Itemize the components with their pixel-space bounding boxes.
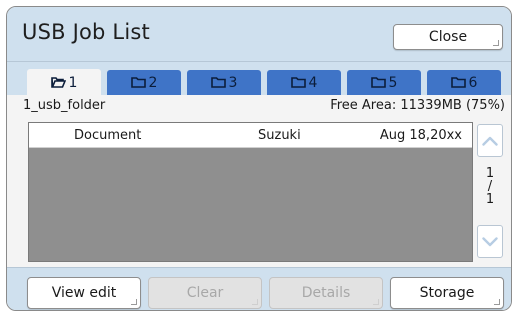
tab-label: 1 — [68, 74, 78, 91]
tab-label: 4 — [308, 74, 318, 91]
job-list: Document Suzuki Aug 18,20xx — [28, 122, 473, 262]
storage-button[interactable]: Storage — [390, 277, 504, 309]
folder-icon — [290, 77, 306, 88]
tab-folder-1[interactable]: 1 — [27, 69, 101, 96]
dialog-title: USB Job List — [22, 20, 150, 44]
table-row[interactable]: Document Suzuki Aug 18,20xx — [29, 123, 472, 148]
scroll-up-button[interactable] — [477, 124, 503, 157]
close-button[interactable]: Close — [393, 24, 503, 50]
page-total: 1 — [485, 192, 495, 207]
button-corner-icon — [493, 40, 499, 46]
scroll-down-button[interactable] — [477, 225, 503, 258]
clear-button[interactable]: Clear — [148, 277, 262, 309]
view-edit-button[interactable]: View edit — [27, 277, 141, 309]
page-indicator: 1 / 1 — [477, 167, 503, 206]
folder-icon — [130, 77, 146, 88]
action-bar: View edit Clear Details Storage — [7, 267, 511, 310]
tab-folder-6[interactable]: 6 — [427, 70, 501, 95]
close-button-label: Close — [428, 29, 468, 45]
usb-job-list-dialog: USB Job List Close 1 2 3 4 5 6 1_usb_fol… — [6, 6, 512, 311]
folder-name: 1_usb_folder — [23, 98, 106, 113]
details-button[interactable]: Details — [269, 277, 383, 309]
folder-icon — [370, 77, 386, 88]
tab-label: 3 — [228, 74, 238, 91]
folder-icon — [210, 77, 226, 88]
open-folder-icon — [50, 77, 66, 88]
tab-label: 6 — [468, 74, 478, 91]
free-area-status: Free Area: 11339MB (75%) — [330, 98, 505, 113]
details-label: Details — [301, 285, 351, 301]
chevron-down-icon — [482, 236, 498, 246]
button-corner-icon — [373, 299, 379, 305]
tab-folder-3[interactable]: 3 — [187, 70, 261, 95]
button-corner-icon — [494, 299, 500, 305]
tab-label: 2 — [148, 74, 158, 91]
job-owner: Suzuki — [258, 128, 301, 143]
folder-info-bar: 1_usb_folder Free Area: 11339MB (75%) — [7, 96, 511, 116]
clear-label: Clear — [186, 285, 224, 301]
title-bar: USB Job List Close — [7, 7, 511, 62]
tab-folder-2[interactable]: 2 — [107, 70, 181, 95]
tab-folder-5[interactable]: 5 — [347, 70, 421, 95]
button-corner-icon — [252, 299, 258, 305]
tab-label: 5 — [388, 74, 398, 91]
folder-tabs: 1 2 3 4 5 6 — [7, 62, 511, 96]
button-corner-icon — [131, 299, 137, 305]
storage-label: Storage — [419, 285, 475, 301]
tab-folder-4[interactable]: 4 — [267, 70, 341, 95]
view-edit-label: View edit — [51, 285, 117, 301]
job-document-name: Document — [74, 128, 142, 143]
chevron-up-icon — [482, 136, 498, 146]
job-date: Aug 18,20xx — [379, 128, 462, 143]
folder-icon — [450, 77, 466, 88]
